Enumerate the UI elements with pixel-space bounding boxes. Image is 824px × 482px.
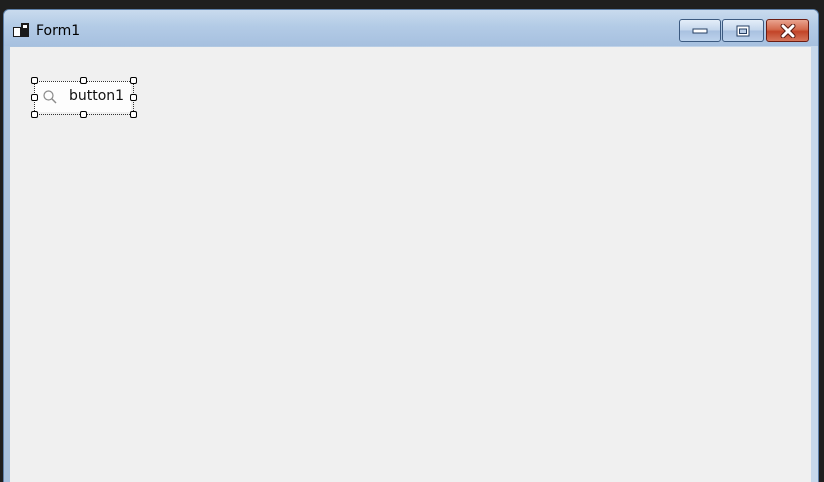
minimize-button[interactable] [679, 19, 721, 42]
resize-handle-left[interactable] [31, 94, 38, 101]
maximize-button[interactable] [722, 19, 764, 42]
form-client-area[interactable]: button1 [10, 47, 811, 482]
resize-handle-right[interactable] [130, 94, 137, 101]
button1[interactable]: button1 [34, 81, 131, 112]
minimize-icon [692, 28, 708, 33]
maximize-icon [736, 25, 750, 36]
close-button[interactable] [766, 19, 809, 42]
form-designer-icon [13, 23, 29, 37]
resize-handle-top-left[interactable] [31, 77, 38, 84]
window-title: Form1 [36, 23, 81, 39]
title-bar[interactable]: Form1 [4, 10, 818, 46]
button1-label: button1 [69, 88, 125, 104]
resize-handle-bottom[interactable] [80, 111, 87, 118]
search-icon [43, 90, 57, 104]
resize-handle-top-right[interactable] [130, 77, 137, 84]
resize-handle-top[interactable] [80, 77, 87, 84]
resize-handle-bottom-left[interactable] [31, 111, 38, 118]
form-window[interactable]: Form1 button1 [3, 9, 819, 482]
top-edge [0, 0, 824, 9]
close-icon [780, 23, 795, 38]
resize-handle-bottom-right[interactable] [130, 111, 137, 118]
